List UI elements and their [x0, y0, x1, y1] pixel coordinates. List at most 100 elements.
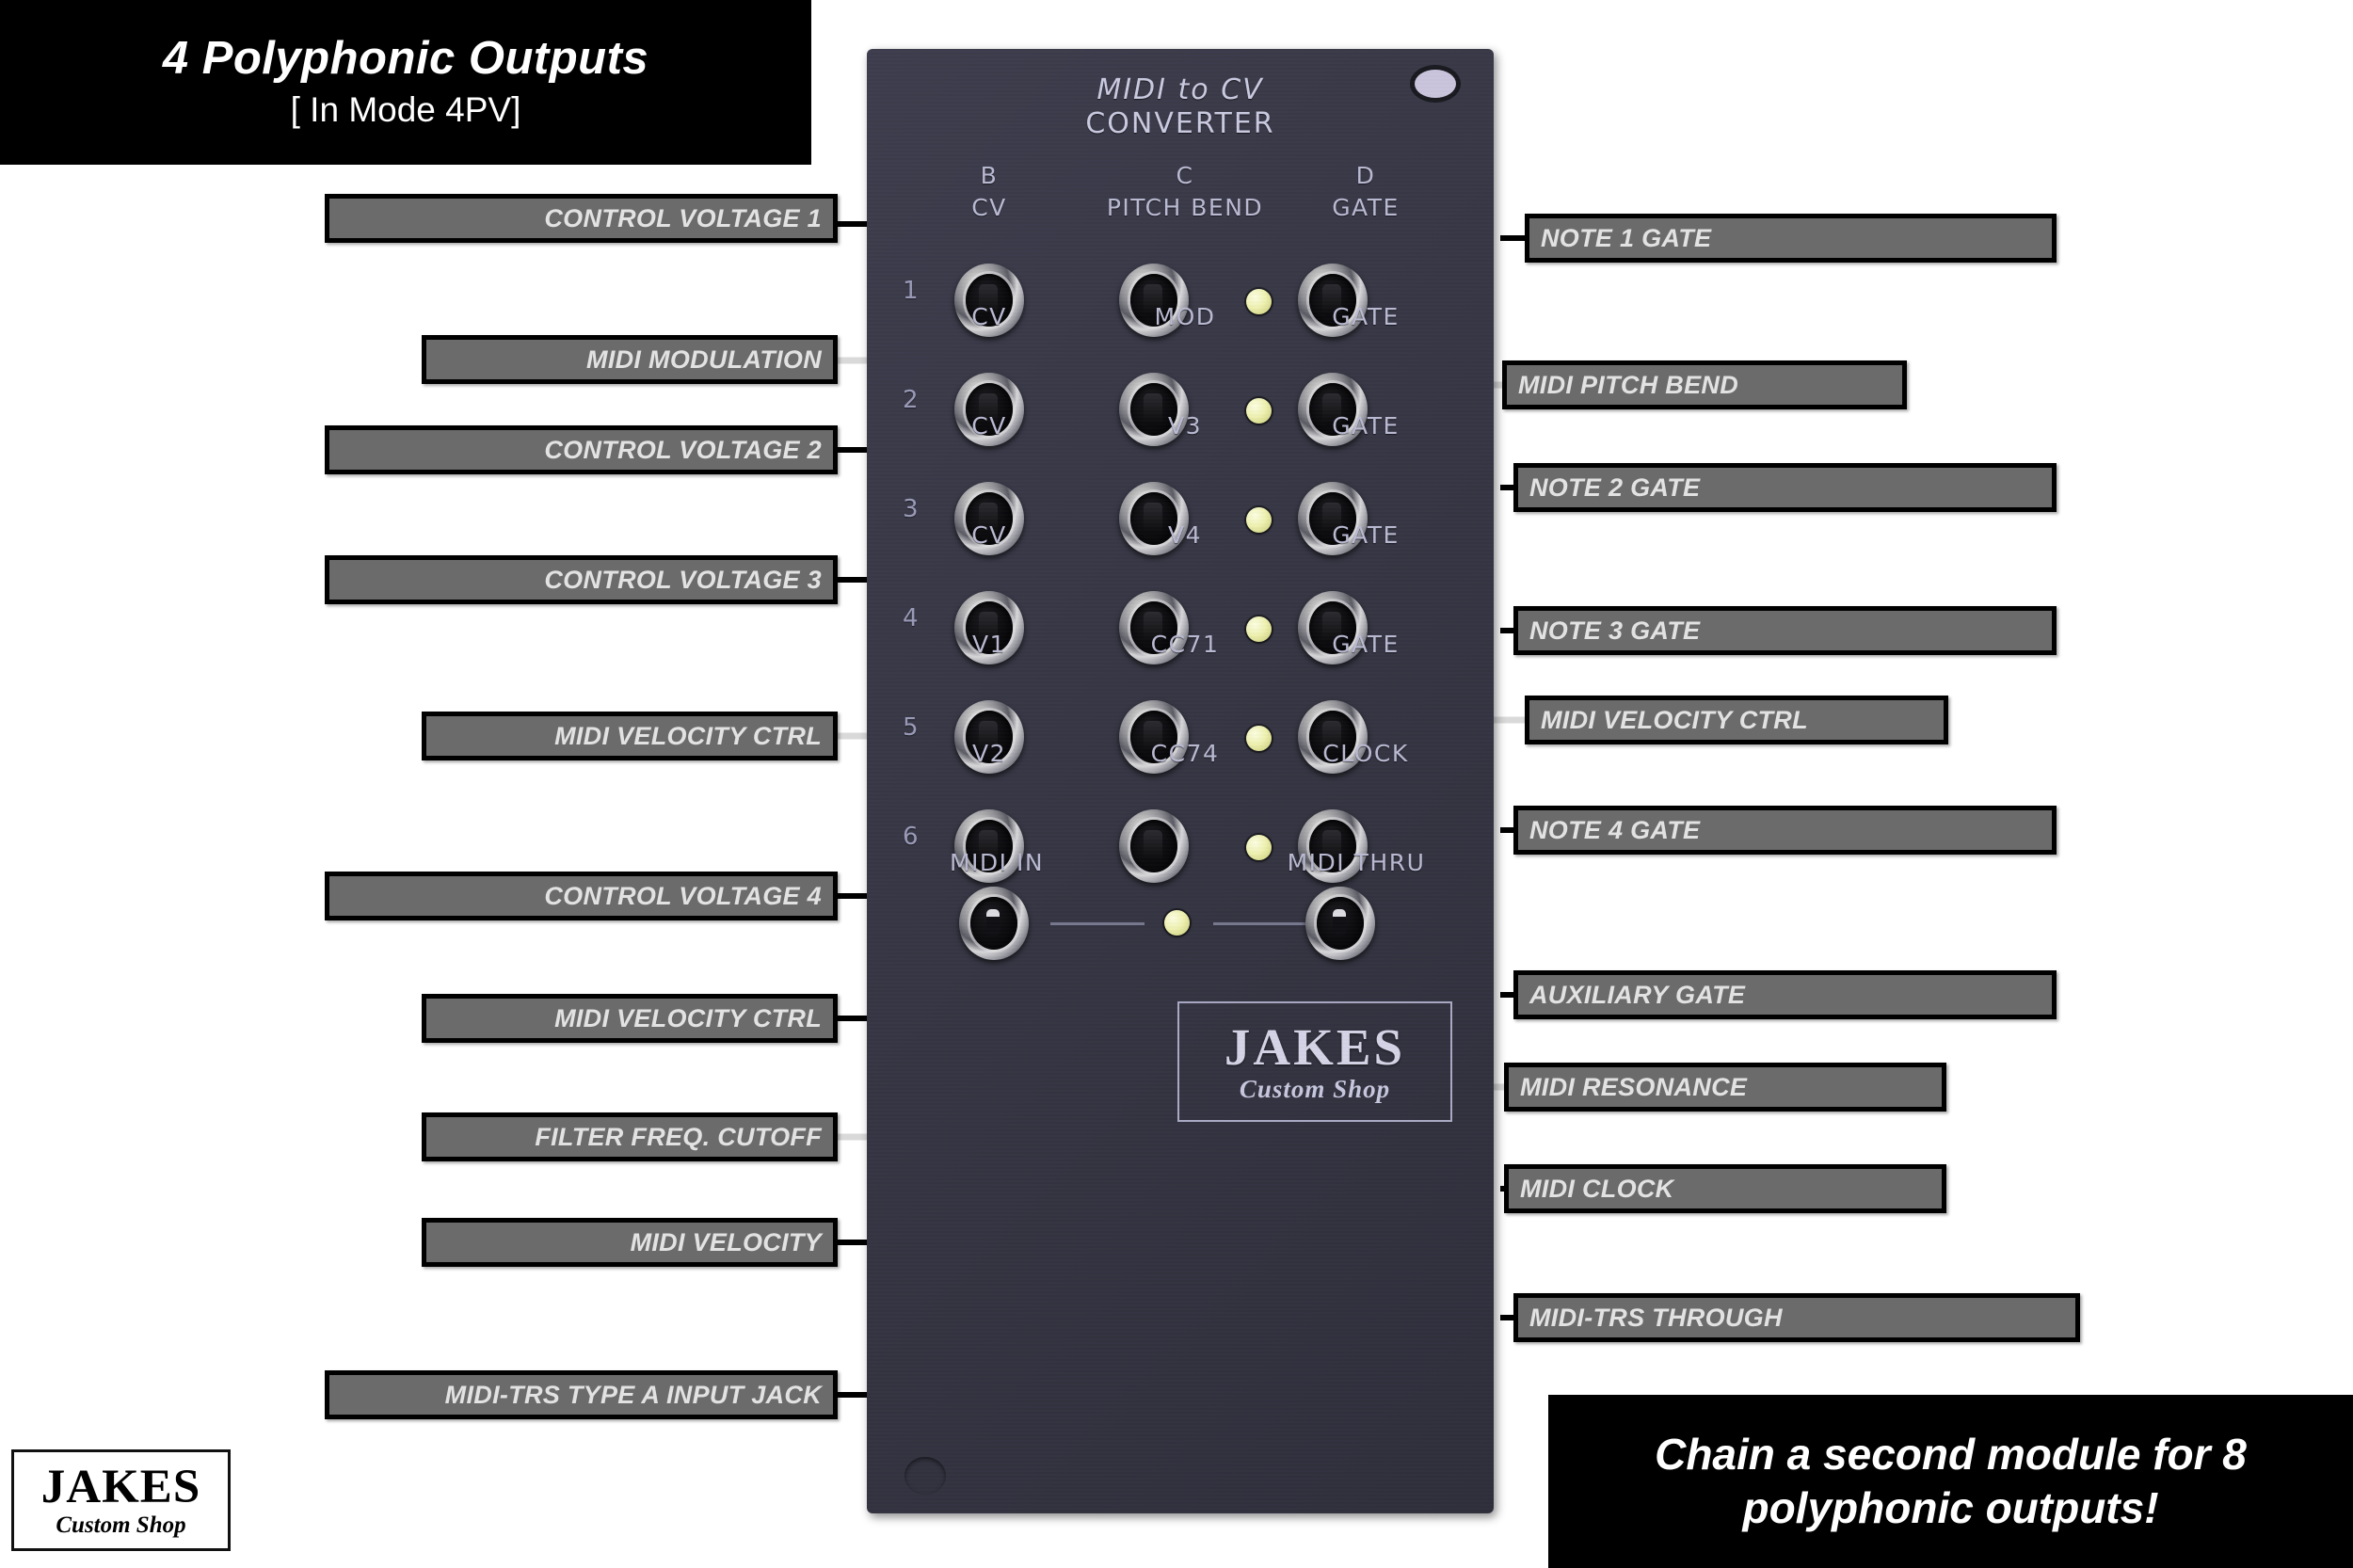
- jack-midi-thru[interactable]: [1305, 887, 1375, 960]
- callout-label: CONTROL VOLTAGE 3: [544, 565, 822, 594]
- row1-number: 1: [903, 277, 919, 305]
- panel-title-line2: CONVERTER: [1085, 107, 1275, 140]
- jack-row5-v1[interactable]: [954, 700, 1024, 774]
- led-row1: [1246, 289, 1272, 314]
- panel-brand-tagline: Custom Shop: [1239, 1075, 1391, 1103]
- led-row5: [1246, 726, 1272, 751]
- callout-label: MIDI CLOCK: [1520, 1174, 1674, 1203]
- callout-label: MIDI VELOCITY CTRL: [1541, 705, 1808, 734]
- led-row3: [1246, 507, 1272, 533]
- column-letter-c: C: [1176, 162, 1194, 189]
- callout-auxiliary-gate[interactable]: AUXILIARY GATE: [1513, 970, 2057, 1019]
- jack-row5-cc71[interactable]: [1119, 700, 1189, 774]
- row5-mid-label: CC71: [1150, 631, 1220, 658]
- midi-thru-label: MIDI THRU: [1287, 849, 1426, 876]
- jack-row3-cv[interactable]: [954, 482, 1024, 555]
- jack-row6-clock[interactable]: [1298, 809, 1368, 883]
- row3-right-label: GATE: [1332, 412, 1400, 440]
- headline-bottom-line1: Chain a second module for 8: [1655, 1429, 2247, 1479]
- row6-mid-label: CC74: [1150, 740, 1220, 767]
- callout-label: CONTROL VOLTAGE 1: [544, 203, 822, 232]
- led-row6: [1246, 835, 1272, 860]
- row3-left-label: CV: [971, 412, 1007, 440]
- jack-row1-gate[interactable]: [1298, 264, 1368, 337]
- headline-top-line2: [ In Mode 4PV]: [290, 90, 521, 130]
- panel-title-line1: MIDI to CV: [1096, 73, 1264, 106]
- row1-mid-label: PITCH BEND: [1106, 194, 1264, 221]
- led-row4: [1246, 616, 1272, 642]
- jack-row4-gate[interactable]: [1298, 591, 1368, 664]
- callout-midi-trs-type-a-input-jack[interactable]: MIDI-TRS TYPE A INPUT JACK: [325, 1370, 838, 1419]
- callout-note-2-gate[interactable]: NOTE 2 GATE: [1513, 463, 2057, 512]
- jack-row4-cv[interactable]: [954, 591, 1024, 664]
- callout-note-1-gate[interactable]: NOTE 1 GATE: [1525, 214, 2057, 263]
- led-midi-activity: [1164, 910, 1190, 936]
- jack-midi-in[interactable]: [959, 887, 1029, 960]
- panel-brand-wordmark: JAKES: [1224, 1018, 1406, 1076]
- row2-right-label: GATE: [1332, 303, 1400, 330]
- callout-control-voltage-1[interactable]: CONTROL VOLTAGE 1: [325, 194, 838, 243]
- jack-row5-gate[interactable]: [1298, 700, 1368, 774]
- callout-midi-clock[interactable]: MIDI CLOCK: [1504, 1164, 1946, 1213]
- jakes-custom-shop-logo: JAKES Custom Shop: [11, 1449, 231, 1551]
- row6-left-label: V2: [971, 740, 1006, 767]
- callout-label: MIDI MODULATION: [586, 344, 822, 374]
- callout-label: NOTE 1 GATE: [1541, 223, 1712, 252]
- callout-midi-resonance[interactable]: MIDI RESONANCE: [1504, 1063, 1946, 1112]
- row2-left-label: CV: [971, 303, 1007, 330]
- callout-label: MIDI-TRS THROUGH: [1529, 1303, 1783, 1332]
- logo-tagline: Custom Shop: [56, 1512, 186, 1538]
- row6-number: 6: [903, 823, 919, 851]
- row1-left-label: CV: [971, 194, 1007, 221]
- callout-control-voltage-3[interactable]: CONTROL VOLTAGE 3: [325, 555, 838, 604]
- callout-filter-freq-cutoff[interactable]: FILTER FREQ. CUTOFF: [422, 1112, 838, 1161]
- callout-control-voltage-2[interactable]: CONTROL VOLTAGE 2: [325, 425, 838, 474]
- callout-midi-modulation[interactable]: MIDI MODULATION: [422, 335, 838, 384]
- trs-link-line-left: [1050, 922, 1144, 925]
- callout-label: CONTROL VOLTAGE 2: [544, 435, 822, 464]
- jack-row2-mod[interactable]: [1119, 373, 1189, 446]
- jack-row6-cc74[interactable]: [1119, 809, 1189, 883]
- callout-label: FILTER FREQ. CUTOFF: [535, 1122, 822, 1151]
- row4-number: 4: [903, 604, 919, 632]
- callout-midi-pitch-bend[interactable]: MIDI PITCH BEND: [1502, 360, 1907, 409]
- callout-midi-velocity[interactable]: MIDI VELOCITY: [422, 1218, 838, 1267]
- jack-row3-gate[interactable]: [1298, 482, 1368, 555]
- panel-brand-plate: JAKES Custom Shop: [1177, 1001, 1452, 1122]
- callout-midi-trs-through[interactable]: MIDI-TRS THROUGH: [1513, 1293, 2080, 1342]
- callout-midi-velocity-ctrl-right[interactable]: MIDI VELOCITY CTRL: [1525, 696, 1948, 744]
- headline-top-line1: 4 Polyphonic Outputs: [162, 32, 649, 84]
- mounting-hole-bottom-left: [904, 1457, 946, 1495]
- row3-number: 3: [903, 495, 919, 523]
- headline-banner-bottom: Chain a second module for 8 polyphonic o…: [1548, 1395, 2353, 1568]
- callout-label: MIDI VELOCITY CTRL: [554, 1003, 822, 1032]
- callout-label: CONTROL VOLTAGE 4: [544, 881, 822, 910]
- callout-label: NOTE 3 GATE: [1529, 616, 1701, 645]
- led-row2: [1246, 398, 1272, 424]
- callout-note-3-gate[interactable]: NOTE 3 GATE: [1513, 606, 2057, 655]
- row5-left-label: V1: [971, 631, 1006, 658]
- callout-midi-velocity-ctrl-left-1[interactable]: MIDI VELOCITY CTRL: [422, 712, 838, 760]
- jack-row6-v2[interactable]: [954, 809, 1024, 883]
- callout-midi-velocity-ctrl-left-2[interactable]: MIDI VELOCITY CTRL: [422, 994, 838, 1043]
- callout-label: MIDI VELOCITY CTRL: [554, 721, 822, 750]
- jack-row4-v4[interactable]: [1119, 591, 1189, 664]
- jack-row2-cv[interactable]: [954, 373, 1024, 446]
- row5-right-label: GATE: [1332, 631, 1400, 658]
- column-letter-d: D: [1355, 162, 1376, 189]
- trs-link-line-right: [1213, 922, 1307, 925]
- column-letter-b: B: [980, 162, 999, 189]
- jack-row2-gate[interactable]: [1298, 373, 1368, 446]
- callout-note-4-gate[interactable]: NOTE 4 GATE: [1513, 806, 2057, 855]
- jack-row3-v3[interactable]: [1119, 482, 1189, 555]
- headline-banner-top: 4 Polyphonic Outputs [ In Mode 4PV]: [0, 0, 811, 165]
- callout-label: MIDI PITCH BEND: [1518, 370, 1738, 399]
- callout-label: NOTE 4 GATE: [1529, 815, 1701, 844]
- callout-label: MIDI RESONANCE: [1520, 1072, 1748, 1101]
- row5-number: 5: [903, 713, 919, 742]
- mounting-hole-top-right: [1415, 70, 1456, 98]
- callout-control-voltage-4[interactable]: CONTROL VOLTAGE 4: [325, 872, 838, 920]
- jack-row1-cv[interactable]: [954, 264, 1024, 337]
- jack-row1-pitch-bend[interactable]: [1119, 264, 1189, 337]
- row2-mid-label: MOD: [1154, 303, 1216, 330]
